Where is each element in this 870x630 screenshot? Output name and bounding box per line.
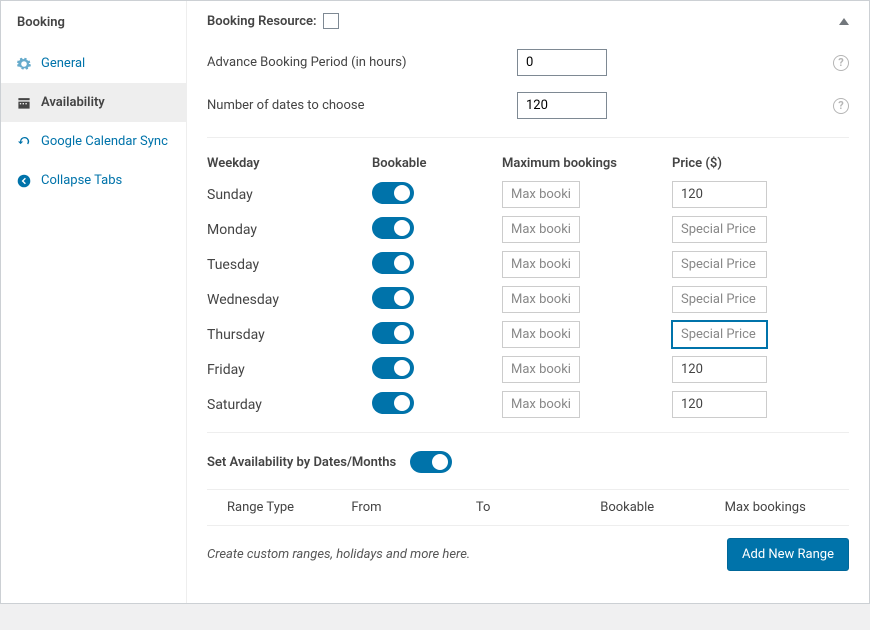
- booking-resource-checkbox[interactable]: [323, 13, 339, 29]
- weekday-name: Thursday: [207, 327, 372, 343]
- bookable-toggle[interactable]: [372, 182, 414, 204]
- sidebar: Booking General Availability Google Cale…: [1, 1, 186, 603]
- weekday-row: Friday: [207, 352, 849, 387]
- range-max-header: Max bookings: [725, 500, 849, 515]
- price-input[interactable]: [672, 356, 767, 383]
- range-from-header: From: [351, 500, 475, 515]
- weekday-header: Weekday: [207, 156, 372, 171]
- sidebar-item-google-sync[interactable]: Google Calendar Sync: [1, 122, 186, 161]
- num-dates-label: Number of dates to choose: [207, 98, 517, 113]
- num-dates-input[interactable]: [517, 92, 607, 119]
- max-bookings-input[interactable]: [502, 286, 580, 313]
- add-new-range-button[interactable]: Add New Range: [727, 538, 849, 571]
- weekday-row: Sunday: [207, 177, 849, 212]
- range-bookable-header: Bookable: [600, 500, 724, 515]
- weekday-name: Sunday: [207, 187, 372, 203]
- weekday-row: Saturday: [207, 387, 849, 422]
- price-input[interactable]: [672, 216, 767, 243]
- bookable-toggle[interactable]: [372, 392, 414, 414]
- advance-period-input[interactable]: [517, 49, 607, 76]
- divider: [207, 432, 849, 433]
- gear-icon: [17, 57, 31, 71]
- collapse-caret-icon[interactable]: [839, 18, 849, 25]
- bookable-toggle[interactable]: [372, 322, 414, 344]
- help-icon[interactable]: ?: [833, 98, 849, 114]
- weekday-row: Thursday: [207, 317, 849, 352]
- bookable-toggle[interactable]: [372, 217, 414, 239]
- week-header-row: Weekday Bookable Maximum bookings Price …: [207, 150, 849, 177]
- sidebar-title: Booking: [1, 1, 186, 44]
- max-bookings-input[interactable]: [502, 251, 580, 278]
- bookable-toggle[interactable]: [372, 357, 414, 379]
- price-input[interactable]: [672, 251, 767, 278]
- sidebar-item-label: Availability: [41, 95, 105, 110]
- bookable-header: Bookable: [372, 156, 502, 171]
- price-header: Price ($): [672, 156, 832, 171]
- sidebar-item-availability[interactable]: Availability: [1, 83, 186, 122]
- price-input[interactable]: [672, 321, 767, 348]
- bookable-toggle[interactable]: [372, 252, 414, 274]
- price-input[interactable]: [672, 391, 767, 418]
- weekday-name: Saturday: [207, 397, 372, 413]
- max-bookings-input[interactable]: [502, 356, 580, 383]
- advance-period-label: Advance Booking Period (in hours): [207, 55, 517, 70]
- price-input[interactable]: [672, 286, 767, 313]
- weekday-name: Monday: [207, 222, 372, 238]
- maxbook-header: Maximum bookings: [502, 156, 672, 171]
- weekday-name: Wednesday: [207, 292, 372, 308]
- max-bookings-input[interactable]: [502, 216, 580, 243]
- max-bookings-input[interactable]: [502, 321, 580, 348]
- availability-by-dates-toggle[interactable]: [410, 451, 452, 473]
- range-empty-message: Create custom ranges, holidays and more …: [207, 547, 727, 562]
- booking-resource-label: Booking Resource:: [207, 14, 317, 29]
- sync-icon: [17, 135, 31, 149]
- collapse-icon: [17, 174, 31, 188]
- max-bookings-input[interactable]: [502, 181, 580, 208]
- bookable-toggle[interactable]: [372, 287, 414, 309]
- calendar-icon: [17, 96, 31, 110]
- sidebar-item-label: General: [41, 56, 85, 71]
- divider: [207, 137, 849, 138]
- weekday-name: Friday: [207, 362, 372, 378]
- sidebar-item-label: Collapse Tabs: [41, 173, 122, 188]
- weekday-row: Wednesday: [207, 282, 849, 317]
- range-type-header: Range Type: [227, 500, 351, 515]
- sidebar-item-label: Google Calendar Sync: [41, 134, 168, 149]
- sidebar-item-general[interactable]: General: [1, 44, 186, 83]
- price-input[interactable]: [672, 181, 767, 208]
- weekday-row: Monday: [207, 212, 849, 247]
- sidebar-item-collapse-tabs[interactable]: Collapse Tabs: [1, 161, 186, 200]
- main-header: Booking Resource:: [207, 1, 849, 41]
- max-bookings-input[interactable]: [502, 391, 580, 418]
- help-icon[interactable]: ?: [833, 55, 849, 71]
- availability-by-dates-label: Set Availability by Dates/Months: [207, 455, 396, 470]
- range-table-header: Range Type From To Bookable Max bookings: [207, 489, 849, 525]
- range-to-header: To: [476, 500, 600, 515]
- weekday-name: Tuesday: [207, 257, 372, 273]
- weekday-row: Tuesday: [207, 247, 849, 282]
- main-content: Booking Resource: Advance Booking Period…: [186, 1, 869, 603]
